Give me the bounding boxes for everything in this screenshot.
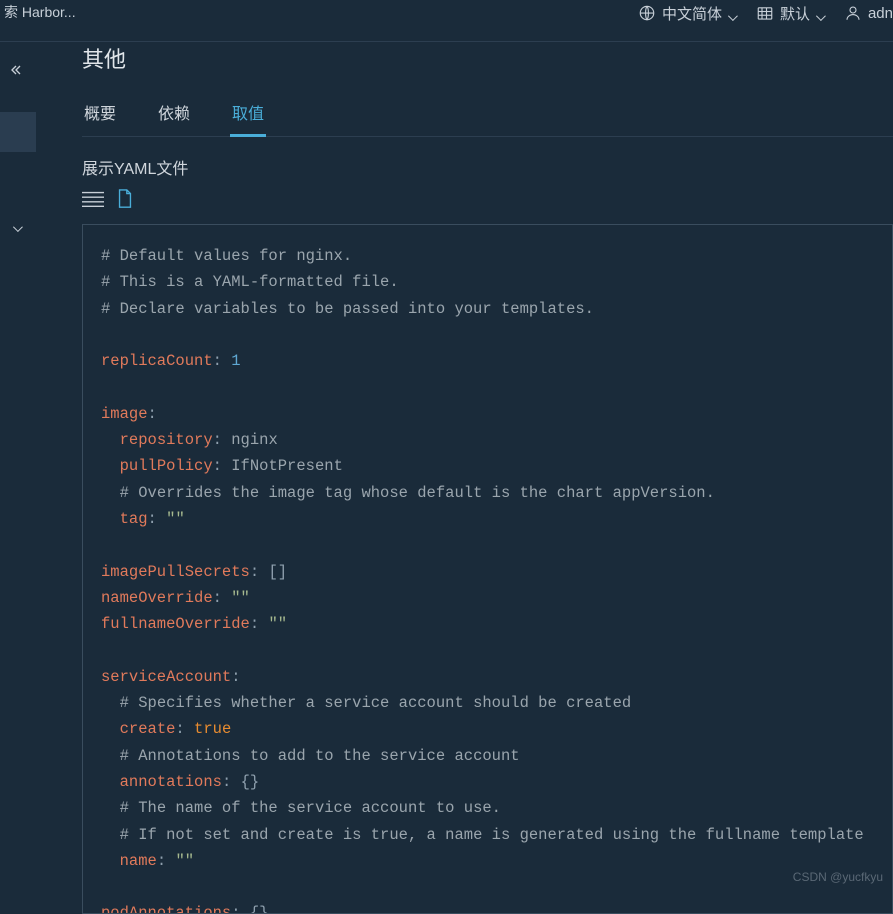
language-label: 中文简体: [662, 3, 722, 24]
language-selector[interactable]: 中文简体: [638, 3, 738, 24]
chevron-down-icon: [816, 8, 826, 18]
search-input-fragment[interactable]: 索 Harbor...: [4, 0, 76, 22]
list-view-icon[interactable]: [82, 190, 104, 211]
main-content: 其他 概要 依赖 取值 展示YAML文件 # Default values fo…: [36, 42, 893, 890]
view-toggle: [82, 189, 893, 212]
user-icon: [844, 4, 862, 22]
section-label: 展示YAML文件: [82, 155, 893, 179]
tabs: 概要 依赖 取值: [82, 100, 893, 137]
sidebar: [0, 42, 36, 890]
chevron-down-icon: [13, 219, 23, 229]
tab-dependency[interactable]: 依赖: [156, 100, 192, 136]
sidebar-collapse-button[interactable]: [0, 52, 36, 88]
watermark: CSDN @yucfkyu: [793, 870, 883, 884]
yaml-content: # Default values for nginx. # This is a …: [101, 243, 874, 914]
sidebar-expand-toggle[interactable]: [0, 206, 36, 242]
tab-values[interactable]: 取值: [230, 100, 266, 137]
chevron-down-icon: [728, 8, 738, 18]
yaml-editor[interactable]: # Default values for nginx. # This is a …: [82, 224, 893, 914]
top-bar: 索 Harbor... 中文简体 默认 adn: [0, 0, 893, 42]
user-label: adn: [868, 5, 893, 22]
theme-label: 默认: [780, 3, 810, 24]
theme-selector[interactable]: 默认: [756, 3, 826, 24]
user-menu[interactable]: adn: [844, 4, 893, 22]
file-view-icon[interactable]: [116, 189, 134, 212]
tab-summary[interactable]: 概要: [82, 100, 118, 136]
page-title: 其他: [82, 42, 893, 74]
globe-icon: [638, 4, 656, 22]
grid-icon: [756, 4, 774, 22]
sidebar-active-item[interactable]: [0, 112, 36, 152]
